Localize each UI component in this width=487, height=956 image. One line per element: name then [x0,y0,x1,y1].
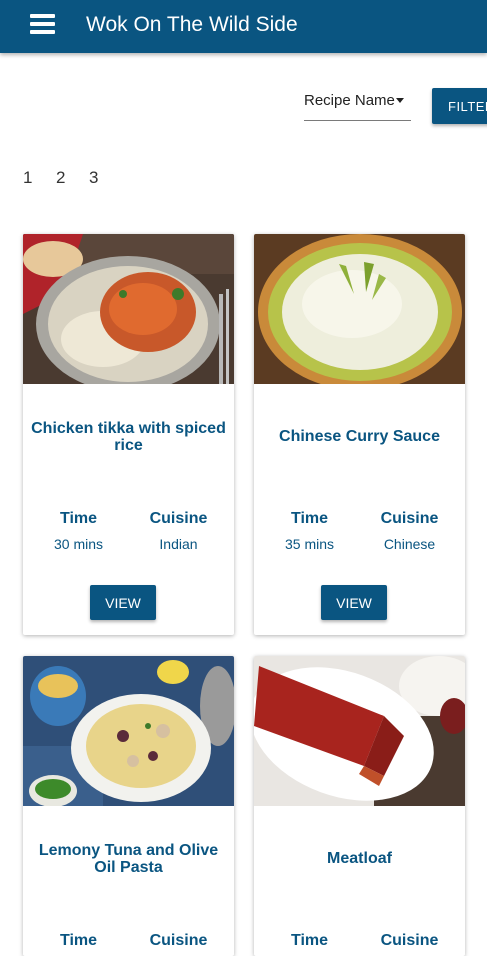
recipe-card: Lemony Tuna and Olive Oil Pasta Time Cui… [23,656,234,956]
recipe-card: Meatloaf Time Cuisine [254,656,465,956]
app-bar: Wok On The Wild Side [0,0,487,53]
time-label: Time [59,932,98,949]
recipe-image [23,234,234,384]
recipe-card: Chinese Curry Sauce Time Cuisine 35 mins… [254,234,465,635]
recipe-image [254,234,465,384]
cuisine-value: Indian [159,536,198,552]
view-button[interactable]: VIEW [90,585,156,620]
page-link-2[interactable]: 2 [56,168,65,188]
time-label: Time [59,510,98,527]
time-label: Time [290,510,329,527]
cuisine-label: Cuisine [149,510,208,527]
time-label: Time [290,932,329,949]
cuisine-value: Chinese [383,536,436,552]
cuisine-label: Cuisine [380,932,439,949]
sort-selected-value: Recipe Name [304,92,395,109]
dropdown-arrow-icon [396,98,404,103]
filter-button[interactable]: FILTER [432,88,487,124]
recipe-image [254,656,465,806]
recipe-card: Chicken tikka with spiced rice Time Cuis… [23,234,234,635]
cuisine-label: Cuisine [149,932,208,949]
page-link-1[interactable]: 1 [23,168,32,188]
sort-select[interactable]: Recipe Name [304,84,411,121]
app-title: Wok On The Wild Side [86,13,298,36]
recipe-image [23,656,234,806]
recipe-title: Lemony Tuna and Olive Oil Pasta [38,842,219,876]
page-link-3[interactable]: 3 [89,168,98,188]
time-value: 30 mins [53,536,104,552]
time-value: 35 mins [284,536,335,552]
recipe-title: Meatloaf [327,850,392,867]
recipe-title: Chicken tikka with spiced rice [31,420,226,454]
cuisine-label: Cuisine [380,510,439,527]
view-button[interactable]: VIEW [321,585,387,620]
menu-icon[interactable] [30,14,55,35]
recipe-title: Chinese Curry Sauce [279,428,440,445]
